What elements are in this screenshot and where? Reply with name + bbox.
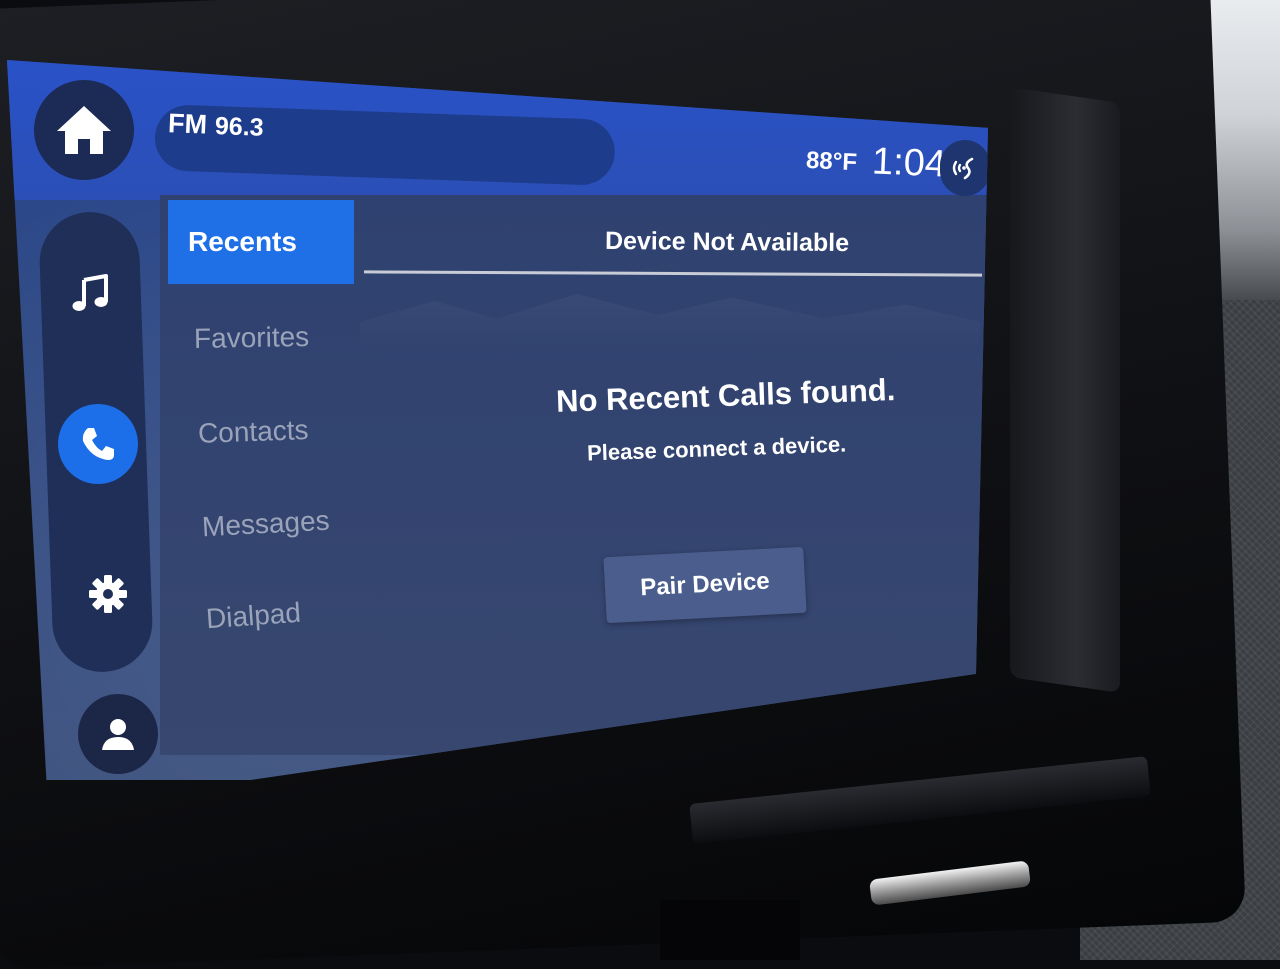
rail-phone-button[interactable] [58,404,138,484]
rail-profile-button[interactable] [78,694,158,774]
tab-dialpad[interactable]: Dialpad [205,597,302,636]
now-playing-radio[interactable]: FM 96.3 [167,108,264,143]
radio-band: FM [167,108,208,140]
display-side-panel [1010,87,1120,693]
radio-frequency: 96.3 [214,111,265,142]
music-icon [72,274,108,311]
phone-icon [82,428,114,460]
home-button[interactable] [34,80,134,180]
home-icon [57,106,111,154]
device-status-header: Device Not Available [604,226,850,258]
tab-recents[interactable]: Recents [168,200,354,284]
pair-device-button[interactable]: Pair Device [603,546,807,624]
lower-slot [660,900,800,960]
tab-messages[interactable]: Messages [201,505,330,544]
clock: 1:04 [871,140,947,186]
rail-settings-button[interactable] [68,554,148,634]
outside-temperature: 88°F [805,146,858,177]
voice-assistant-button[interactable] [940,140,988,196]
tab-favorites[interactable]: Favorites [194,321,310,355]
settings-icon [89,575,127,613]
rail-music-button[interactable] [52,254,132,334]
tab-contacts[interactable]: Contacts [197,414,309,450]
profile-icon [102,719,134,750]
voice-assistant-icon [952,157,974,180]
